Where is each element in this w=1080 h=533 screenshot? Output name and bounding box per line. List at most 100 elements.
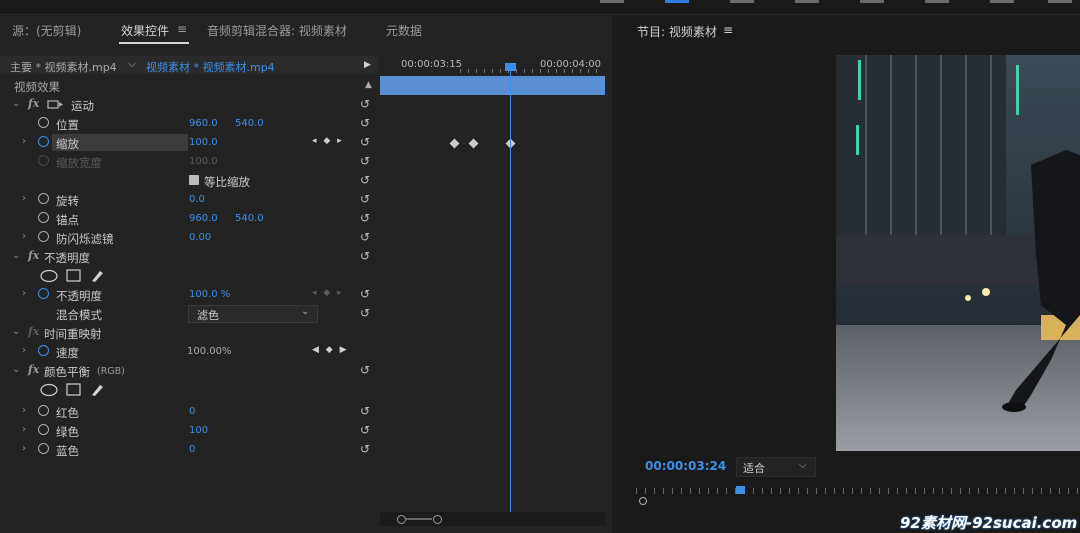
chevron-right-icon[interactable]: › <box>22 424 26 435</box>
program-playhead[interactable] <box>736 486 745 494</box>
stopwatch-icon[interactable] <box>38 193 49 204</box>
property-antiflicker: › 防闪烁滤镜 0.00 ↺ <box>0 228 378 247</box>
chevron-down-icon[interactable]: ⌄ <box>12 98 20 109</box>
master-clip-label[interactable]: 主要 * 视频素材.mp4 <box>10 59 117 75</box>
position-x-value[interactable]: 960.0 <box>189 118 218 129</box>
stopwatch-icon[interactable] <box>38 443 49 454</box>
timeline-zoom-scrollbar[interactable] <box>380 512 605 526</box>
zoom-fit-select[interactable]: 适合 ⌵ <box>736 457 816 477</box>
opacity-value[interactable]: 100.0 % <box>189 289 230 300</box>
anchor-y-value[interactable]: 540.0 <box>235 213 264 224</box>
fx-badge-icon[interactable]: fx <box>28 249 39 262</box>
reset-icon[interactable]: ↺ <box>360 404 370 418</box>
scale-value[interactable]: 100.0 <box>189 137 218 148</box>
effect-time-remap-row[interactable]: ⌄ fx 时间重映射 <box>0 323 378 342</box>
keyframe-track[interactable] <box>380 95 605 515</box>
blend-mode-value: 滤色 <box>197 309 219 322</box>
reset-icon[interactable]: ↺ <box>360 442 370 456</box>
chevron-right-icon[interactable]: › <box>22 443 26 454</box>
chevron-right-icon[interactable]: › <box>22 193 26 204</box>
reset-icon[interactable]: ↺ <box>360 173 370 187</box>
program-time-ruler[interactable] <box>636 486 1080 505</box>
stopwatch-icon[interactable] <box>38 405 49 416</box>
reset-icon[interactable]: ↺ <box>360 211 370 225</box>
ruler-handle[interactable] <box>639 497 647 505</box>
sequence-clip-label[interactable]: 视频素材 * 视频素材.mp4 <box>146 59 275 75</box>
workspace-tab-indicator[interactable] <box>795 0 819 3</box>
reset-icon[interactable]: ↺ <box>360 97 370 111</box>
reset-icon[interactable]: ↺ <box>360 423 370 437</box>
chevron-down-icon[interactable]: ⌄ <box>12 250 20 261</box>
reset-icon[interactable]: ↺ <box>360 363 370 377</box>
blend-mode-select[interactable]: 滤色 ⌄ <box>188 305 318 323</box>
stopwatch-icon[interactable] <box>38 212 49 223</box>
workspace-tab-indicator[interactable] <box>1048 0 1072 3</box>
tab-source[interactable]: 源：(无剪辑) <box>12 22 81 39</box>
play-only-clip-icon[interactable]: ▶ <box>364 60 371 70</box>
chevron-right-icon[interactable]: › <box>22 136 26 147</box>
uniform-scale-checkbox[interactable] <box>189 175 199 185</box>
transform-icon[interactable] <box>46 99 64 110</box>
panel-menu-icon[interactable]: ≡ <box>723 23 733 37</box>
fx-badge-icon[interactable]: fx <box>28 97 39 110</box>
playhead-line[interactable] <box>510 66 511 514</box>
reset-icon[interactable]: ↺ <box>360 306 370 320</box>
chevron-right-icon[interactable]: › <box>22 405 26 416</box>
fx-badge-icon[interactable]: fx <box>28 325 39 338</box>
keyframe-diamond[interactable] <box>468 138 479 149</box>
red-value[interactable]: 0 <box>189 406 195 417</box>
keyframe-navigator[interactable]: ◂ ◆ ▸ <box>312 136 344 146</box>
keyframe-diamond[interactable] <box>449 138 460 149</box>
reset-icon[interactable]: ↺ <box>360 154 370 168</box>
antiflicker-value[interactable]: 0.00 <box>189 232 211 243</box>
reset-icon[interactable]: ↺ <box>360 287 370 301</box>
effect-color-balance-row[interactable]: ⌄ fx 颜色平衡 (RGB) ↺ <box>0 361 378 380</box>
tab-effect-controls[interactable]: 效果控件 <box>121 22 169 39</box>
chevron-down-icon[interactable]: ⌄ <box>12 364 20 375</box>
keyframe-navigator[interactable]: ◀ ◆ ▶ <box>312 345 349 355</box>
chevron-right-icon[interactable]: › <box>22 231 26 242</box>
program-title[interactable]: 节目: 视频素材 <box>637 23 717 40</box>
workspace-tab-indicator-active[interactable] <box>665 0 689 3</box>
scroll-handle-right[interactable] <box>433 515 442 524</box>
blue-value[interactable]: 0 <box>189 444 195 455</box>
workspace-tab-indicator[interactable] <box>925 0 949 3</box>
green-value[interactable]: 100 <box>189 425 208 436</box>
fx-badge-icon[interactable]: fx <box>28 363 39 376</box>
reset-icon[interactable]: ↺ <box>360 230 370 244</box>
stopwatch-icon[interactable] <box>38 117 49 128</box>
chevron-right-icon[interactable]: › <box>22 288 26 299</box>
panel-menu-icon[interactable]: ≡ <box>177 22 187 36</box>
stopwatch-icon-active[interactable] <box>38 345 49 356</box>
reset-icon[interactable]: ↺ <box>360 192 370 206</box>
rotation-value[interactable]: 0.0 <box>189 194 205 205</box>
keyframe-navigator[interactable]: ◂ ◆ ▸ <box>312 288 344 298</box>
chevron-down-icon[interactable]: ⌄ <box>12 326 20 337</box>
stopwatch-icon[interactable] <box>38 231 49 242</box>
workspace-tab-indicator[interactable] <box>730 0 754 3</box>
tab-audio-mixer[interactable]: 音频剪辑混合器: 视频素材 <box>207 22 347 39</box>
reset-icon[interactable]: ↺ <box>360 249 370 263</box>
anchor-x-value[interactable]: 960.0 <box>189 213 218 224</box>
reset-icon[interactable]: ↺ <box>360 135 370 149</box>
speed-value[interactable]: 100.00% <box>187 346 232 357</box>
workspace-tab-indicator[interactable] <box>990 0 1014 3</box>
effect-motion-row[interactable]: ⌄ fx 运动 ↺ <box>0 95 378 114</box>
stopwatch-icon-active[interactable] <box>38 136 49 147</box>
clip-dropdown-icon[interactable]: ⌵ <box>128 57 136 71</box>
program-timecode[interactable]: 00:00:03:24 <box>645 459 726 473</box>
workspace-tab-indicator[interactable] <box>600 0 624 3</box>
timeline-ruler[interactable]: 00:00:03:15 00:00:04:00 <box>380 56 605 74</box>
tab-metadata[interactable]: 元数据 <box>386 22 422 39</box>
stopwatch-icon-active[interactable] <box>38 288 49 299</box>
stopwatch-icon[interactable] <box>38 424 49 435</box>
collapse-up-icon[interactable]: ▲ <box>365 80 372 90</box>
chevron-right-icon[interactable]: › <box>22 345 26 356</box>
reset-icon[interactable]: ↺ <box>360 116 370 130</box>
effect-opacity-row[interactable]: ⌄ fx 不透明度 ↺ <box>0 247 378 266</box>
playhead-handle[interactable] <box>505 63 516 71</box>
scroll-handle-left[interactable] <box>397 515 406 524</box>
workspace-tab-indicator[interactable] <box>860 0 884 3</box>
position-y-value[interactable]: 540.0 <box>235 118 264 129</box>
clip-bar[interactable] <box>380 76 605 95</box>
